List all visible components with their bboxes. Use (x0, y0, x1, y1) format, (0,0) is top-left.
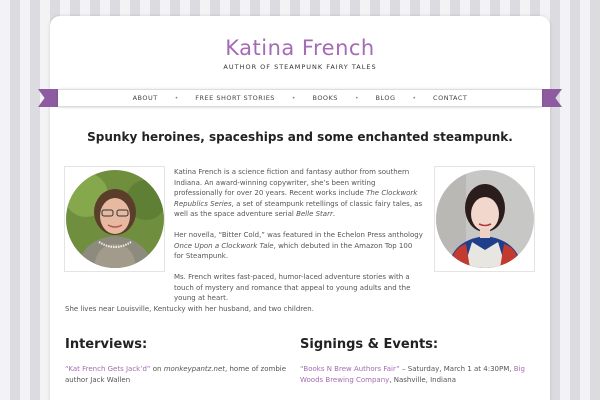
interview-text: on (150, 365, 164, 373)
nav-item-books[interactable]: BOOKS (312, 94, 337, 102)
bio-text: Her novella, “Bitter Cold,” was featured… (174, 231, 423, 239)
bio-paragraph-4: She lives near Louisville, Kentucky with… (65, 305, 314, 313)
serial-title: Belle Starr (296, 210, 333, 219)
anthology-title: Once Upon a Clockwork Tale (174, 241, 274, 250)
nav-item-about[interactable]: ABOUT (133, 94, 158, 102)
event-text: – Saturday, March 1 at 4:30PM, (399, 365, 514, 373)
interview-link[interactable]: “Kat French Gets Jack’d” (65, 365, 151, 373)
page-headline: Spunky heroines, spaceships and some enc… (87, 130, 513, 144)
author-photo-image (435, 170, 534, 268)
page-content: Katina French AUTHOR OF STEAMPUNK FAIRY … (38, 16, 562, 400)
bio-text: . (332, 210, 336, 219)
event-link[interactable]: “Books N Brew Authors Fair” (300, 365, 400, 373)
author-photo-left (64, 166, 165, 272)
nav-separator: • (412, 94, 417, 102)
event-item: “Books N Brew Authors Fair” – Saturday, … (300, 364, 540, 385)
site-title[interactable]: Katina French (50, 36, 550, 60)
interviews-heading: Interviews: (65, 337, 148, 352)
nav-separator: • (354, 94, 359, 102)
author-photo-right (434, 166, 535, 272)
nav-item-free-short-stories[interactable]: FREE SHORT STORIES (195, 94, 275, 102)
events-heading: Signings & Events: (300, 337, 439, 352)
nav-separator: • (291, 94, 296, 102)
site-tagline: AUTHOR OF STEAMPUNK FAIRY TALES (223, 63, 377, 71)
nav-item-contact[interactable]: CONTACT (433, 94, 467, 102)
bio-paragraph-2: Her novella, “Bitter Cold,” was featured… (174, 230, 424, 262)
nav-separator: • (174, 94, 179, 102)
interview-site: monkeypantz.net (163, 365, 226, 373)
nav-ribbon-right (540, 89, 562, 107)
bio-paragraph-3: Ms. French writes fast-paced, humor-lace… (174, 273, 411, 303)
nav-ribbon-left (38, 89, 60, 107)
event-text: , Nashville, Indiana (389, 375, 457, 384)
main-nav: ABOUT • FREE SHORT STORIES • BOOKS • BLO… (58, 89, 542, 107)
bio-paragraph-1: Katina French is a science fiction and f… (174, 167, 424, 220)
nav-item-blog[interactable]: BLOG (375, 94, 395, 102)
interview-item: “Kat French Gets Jack’d” on monkeypantz.… (65, 364, 290, 385)
author-photo-image (65, 170, 164, 268)
